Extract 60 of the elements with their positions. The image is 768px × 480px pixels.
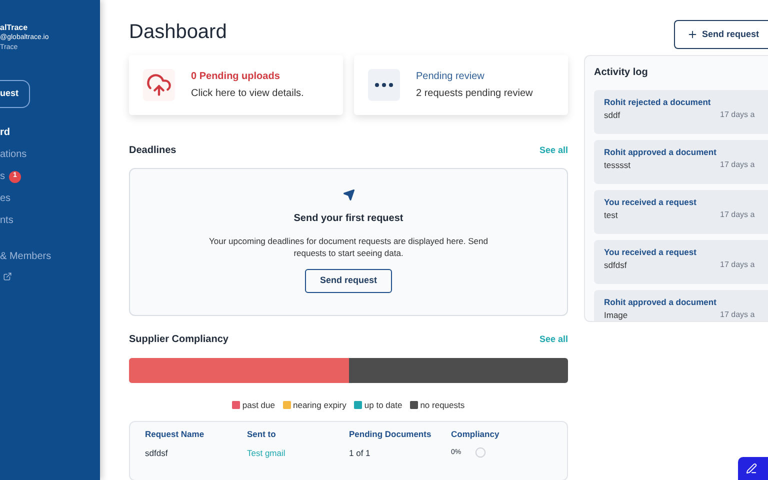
activity-detail: test [604,208,619,222]
pen-icon [746,463,757,474]
column-header: Sent to [247,428,277,440]
feedback-button[interactable] [738,457,768,480]
legend-label: no requests [420,399,465,412]
activity-entry[interactable]: You received a request sdfdsf 17 days a [594,240,768,284]
card-text: Click here to view details. [191,87,304,101]
send-icon [342,189,354,201]
card-text: 2 requests pending review [416,87,533,101]
empty-text: Your upcoming deadlines for document requests are displayed here. Send requests to start seeing data. [208,235,488,259]
activity-time: 17 days a [720,259,755,272]
more-icon [368,69,400,101]
table-cell-text: 1 of 1 [349,446,372,460]
activity-detail: sdfdsf [604,258,628,272]
new-request-button[interactable]: uest [0,80,30,108]
activity-time: 17 days a [720,159,755,172]
activity-time: 17 days a [720,209,755,222]
page-title: Dashboard [129,20,227,44]
section-title: Deadlines [129,144,176,158]
empty-title: Send your first request [294,212,404,226]
activity-detail: tesssst [604,158,632,172]
table-cell-text: sdfdsf [145,446,169,460]
activity-detail: sddf [604,108,622,122]
legend-label: past due [242,399,275,412]
card-title: Pending review [416,70,486,84]
legend-label: up to date [364,399,402,412]
sidebar-item[interactable]: es [0,191,11,206]
send-request-button[interactable]: Send request [674,20,768,49]
activity-entry[interactable]: Rohit approved a document tesssst 17 days a [594,140,768,184]
activity-entry[interactable]: You received a request test 17 days a [594,190,768,234]
column-header: Pending Documents [349,428,432,440]
column-header: Compliancy [451,428,500,440]
panel-title: Activity log [594,66,649,80]
summary-card[interactable]: 0 Pending uploads Click here to view details. [129,55,343,115]
activity-title: Rohit approved a document [604,146,718,159]
column-header: Request Name [145,428,206,440]
section-title: Supplier Compliancy [129,333,228,347]
legend-label: nearing expiry [293,399,346,412]
summary-card[interactable]: Pending review 2 requests pending review [354,55,568,115]
sidebar-item[interactable]: & Members [0,249,52,264]
activity-title: Rohit approved a document [604,296,718,309]
plus-icon [687,29,698,40]
upload-icon [143,69,175,101]
account-name: alTrace [0,22,29,33]
activity-title: You received a request [604,196,698,209]
sidebar-item[interactable]: rd [0,125,10,140]
sidebar-item[interactable]: nts [0,213,14,228]
send-request-button[interactable]: Send request [304,269,392,293]
progress-ring [475,447,486,458]
activity-time: 17 days a [720,109,755,122]
sidebar-item[interactable]: s [0,169,5,184]
card-title: 0 Pending uploads [191,70,281,84]
activity-entry[interactable]: Rohit rejected a document sddf 17 days a [594,90,768,134]
activity-title: You received a request [604,246,698,259]
activity-detail: Image [604,308,629,321]
activity-time: 17 days a [720,309,755,321]
external-link-icon[interactable] [3,272,12,281]
activity-title: Rohit rejected a document [604,96,712,109]
sidebar-item[interactable]: ations [0,147,27,162]
activity-entry[interactable]: Rohit approved a document Image 17 days a [594,290,768,321]
